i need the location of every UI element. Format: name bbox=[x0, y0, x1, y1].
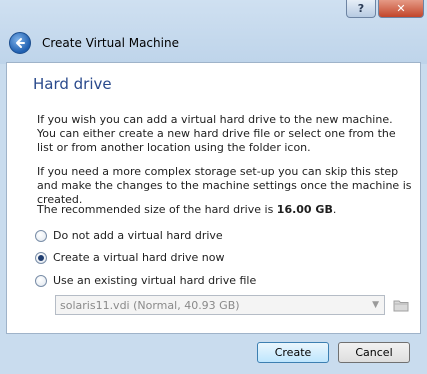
wizard-page: Hard drive If you wish you can add a vir… bbox=[6, 62, 421, 334]
option-create-now[interactable]: Create a virtual hard drive now bbox=[35, 251, 225, 264]
folder-icon bbox=[393, 300, 409, 312]
option-do-not-add[interactable]: Do not add a virtual hard drive bbox=[35, 229, 223, 242]
recommended-size-value: 16.00 GB bbox=[276, 203, 333, 216]
use-existing-radio[interactable] bbox=[35, 274, 47, 287]
storage-note-text: If you need a more complex storage set-u… bbox=[37, 165, 412, 206]
close-button[interactable]: ✕ bbox=[378, 0, 424, 18]
back-button[interactable] bbox=[9, 32, 31, 54]
wizard-title: Create Virtual Machine bbox=[42, 36, 179, 50]
cancel-button[interactable]: Cancel bbox=[338, 342, 410, 363]
create-now-radio[interactable] bbox=[35, 251, 47, 264]
page-title: Hard drive bbox=[33, 75, 112, 93]
option-use-existing[interactable]: Use an existing virtual hard drive file bbox=[35, 274, 256, 287]
do-not-add-label: Do not add a virtual hard drive bbox=[53, 229, 223, 242]
recommended-size-prefix: The recommended size of the hard drive i… bbox=[37, 203, 277, 216]
title-bar: ? ✕ Create Virtual Machine bbox=[0, 0, 427, 64]
help-button[interactable]: ? bbox=[346, 0, 376, 18]
existing-disk-select[interactable]: solaris11.vdi (Normal, 40.93 GB) ▼ bbox=[55, 295, 385, 315]
intro-text: If you wish you can add a virtual hard d… bbox=[37, 113, 396, 154]
chevron-down-icon: ▼ bbox=[372, 300, 379, 310]
existing-disk-value: solaris11.vdi (Normal, 40.93 GB) bbox=[60, 298, 240, 312]
do-not-add-radio[interactable] bbox=[35, 229, 47, 242]
create-now-label: Create a virtual hard drive now bbox=[53, 251, 225, 264]
choose-disk-button[interactable] bbox=[392, 296, 410, 314]
radio-selected-dot bbox=[38, 254, 44, 261]
recommended-size-text: The recommended size of the hard drive i… bbox=[37, 203, 415, 217]
create-button[interactable]: Create bbox=[257, 342, 329, 363]
use-existing-label: Use an existing virtual hard drive file bbox=[53, 274, 257, 287]
back-arrow-icon bbox=[16, 38, 25, 48]
recommended-size-suffix: . bbox=[332, 203, 337, 216]
